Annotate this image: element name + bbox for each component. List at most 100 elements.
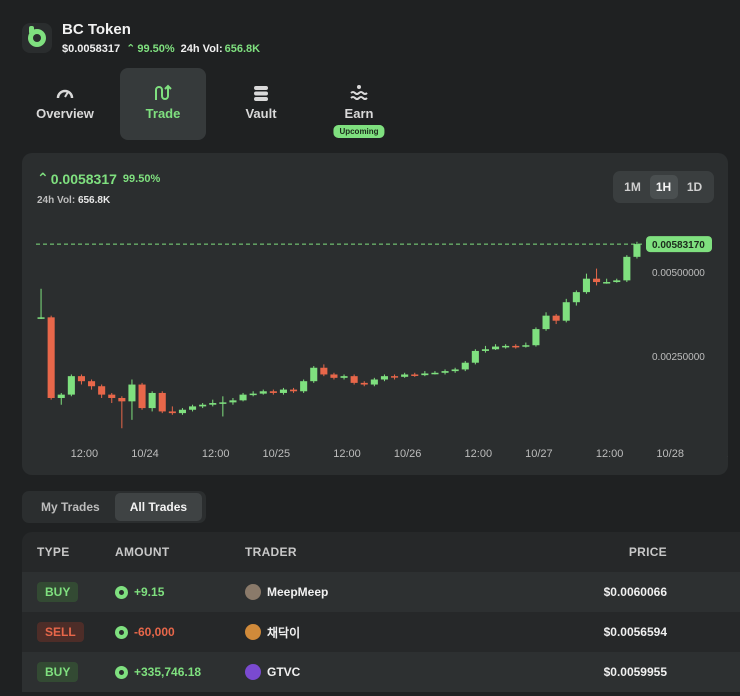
trade-amount: -60,000 [134, 625, 175, 639]
candle-body [209, 403, 217, 405]
trade-price: $0.0059955 [603, 665, 667, 679]
candle-body [128, 384, 136, 402]
candle-body [259, 391, 267, 394]
vol-label: 24h Vol: [180, 42, 223, 55]
tab-label: Earn [344, 106, 374, 121]
bc-coin-icon [115, 665, 128, 679]
trade-amount: +335,746.18 [134, 665, 202, 679]
x-tick-label: 12:00 [333, 448, 361, 460]
candle-body [67, 376, 75, 395]
x-tick-label: 10/24 [131, 448, 159, 460]
candle-body [178, 409, 186, 414]
trade-type-badge: BUY [37, 662, 79, 682]
candle-body [37, 317, 45, 319]
candle-body [340, 376, 348, 378]
candle-body [77, 376, 85, 382]
token-price: $0.0058317 [62, 42, 121, 55]
candle-body [593, 278, 601, 283]
range-1d[interactable]: 1D [681, 175, 709, 199]
candle-body [88, 381, 96, 387]
chart-price-row: ⌃ 0.0058317 99.50% [37, 170, 160, 187]
candle-body [481, 349, 489, 351]
x-tick-label: 10/26 [394, 448, 422, 460]
waves-icon [349, 84, 369, 102]
x-tick-label: 12:00 [465, 448, 493, 460]
candle-body [623, 256, 631, 281]
candle-body [411, 374, 419, 376]
vol-value: 656.8K [224, 42, 261, 55]
table-row[interactable]: BUY +9.15 MeepMeep $0.0060066 [22, 572, 740, 612]
tab-vault[interactable]: Vault [218, 68, 304, 140]
price-chart-card: 0.00583170 0.00500000 0.00250000 12:00 10/24… [22, 153, 728, 475]
candle-body [603, 282, 611, 284]
candle-body [108, 394, 116, 398]
token-title: BC Token [62, 21, 131, 38]
main-tabs: Overview Trade Vault Earn Upcoming [22, 68, 414, 140]
tab-label: Trade [145, 106, 181, 121]
tab-earn[interactable]: Earn Upcoming [316, 68, 402, 140]
range-1h[interactable]: 1H [649, 175, 678, 199]
x-tick-label: 10/27 [525, 448, 553, 460]
candle-body [572, 292, 580, 303]
x-tick-label: 12:00 [202, 448, 230, 460]
double-chevron-up-icon: ⌃ [126, 43, 136, 55]
candle-body [391, 376, 399, 378]
candle-body [330, 374, 338, 378]
x-tick-label: 12:00 [71, 448, 99, 460]
candle-body [98, 386, 106, 395]
candle-body [320, 367, 328, 375]
candle-body [431, 372, 439, 375]
candle-body [168, 411, 176, 414]
tab-all-trades[interactable]: All Trades [114, 493, 203, 521]
gauge-icon [55, 84, 75, 102]
candle-body [158, 392, 166, 412]
y-tick-label: 0.00500000 [652, 268, 705, 279]
candle-body [562, 302, 570, 321]
candle-body [542, 315, 550, 330]
swap-arrows-icon [153, 84, 173, 102]
trade-amount: +9.15 [134, 585, 165, 599]
upcoming-badge: Upcoming [333, 125, 385, 138]
candle-body [310, 367, 318, 382]
candle-body [229, 400, 237, 403]
trader-name[interactable]: 채닥이 [267, 624, 300, 641]
table-row[interactable]: SELL -60,000 채닥이 $0.0056594 [22, 612, 740, 652]
trade-price: $0.0060066 [603, 585, 667, 599]
trades-tabs: My Trades All Trades [22, 491, 207, 523]
tab-trade[interactable]: Trade [120, 68, 206, 140]
chart-change: 99.50% [122, 172, 161, 185]
trader-name[interactable]: GTVC [267, 665, 300, 679]
trades-table: TYPE AMOUNT TRADER PRICE BUY +9.15 MeepM… [22, 532, 740, 692]
candle-body [451, 369, 459, 372]
tab-overview[interactable]: Overview [22, 68, 108, 140]
x-tick-label: 10/25 [263, 448, 291, 460]
candle-body [269, 391, 277, 393]
candle-body [441, 371, 449, 373]
bc-coin-icon [22, 23, 52, 53]
candle-body [290, 389, 298, 392]
token-summary: $0.0058317 ⌃ 99.50% 24h Vol: 656.8K [62, 42, 261, 56]
col-price: PRICE [628, 545, 667, 559]
candle-body [219, 402, 227, 404]
trader-name[interactable]: MeepMeep [267, 585, 328, 599]
double-chevron-up-icon: ⌃ [37, 170, 49, 186]
tab-label: Overview [36, 106, 94, 121]
candle-body [350, 376, 358, 383]
chart-price: 0.0058317 [50, 170, 117, 187]
range-1m[interactable]: 1M [619, 175, 647, 199]
candle-body [300, 381, 308, 392]
candle-body [380, 376, 388, 380]
col-type: TYPE [37, 545, 70, 559]
tab-label: Vault [245, 106, 277, 121]
x-tick-label: 12:00 [727, 448, 728, 460]
trade-price: $0.0056594 [603, 625, 667, 639]
candle-body [421, 373, 429, 376]
candle-body [279, 389, 287, 393]
candle-body [502, 345, 510, 348]
candle-body [613, 280, 621, 283]
table-row[interactable]: BUY +335,746.18 GTVC $0.0059955 [22, 652, 740, 692]
current-price-label: 0.00583170 [652, 240, 705, 251]
candle-body [57, 394, 65, 398]
tab-my-trades[interactable]: My Trades [26, 493, 115, 521]
candle-body [47, 317, 55, 398]
